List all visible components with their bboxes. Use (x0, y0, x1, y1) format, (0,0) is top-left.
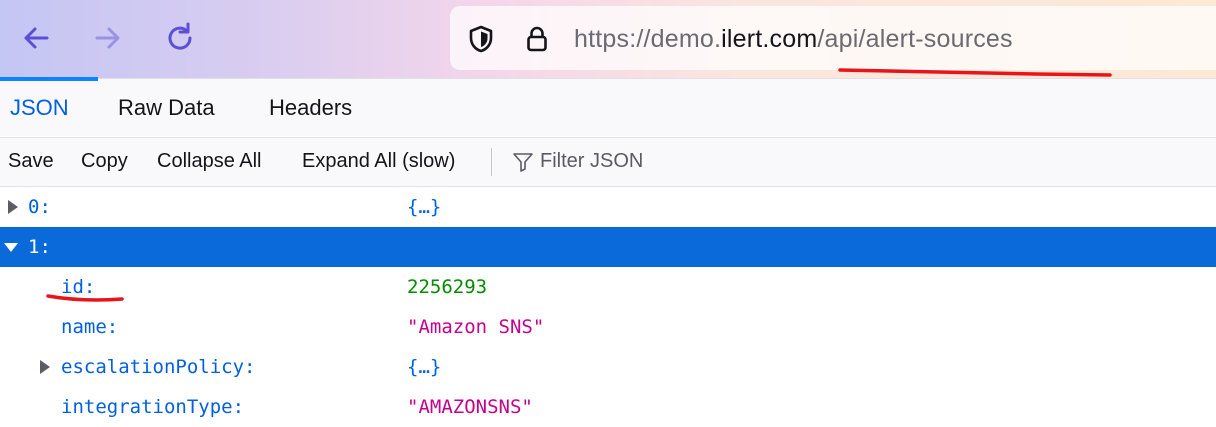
save-button[interactable]: Save (8, 150, 54, 173)
url-prefix: https://demo. (574, 25, 722, 53)
tab-raw-data[interactable]: Raw Data (118, 95, 215, 121)
json-row-1[interactable]: 1: (0, 227, 1216, 267)
url-underline-annotation (838, 68, 1112, 77)
json-value: "AMAZONSNS" (407, 396, 533, 418)
json-key: name: (61, 316, 119, 338)
json-key: 1: (28, 236, 51, 258)
shield-icon[interactable] (466, 24, 496, 59)
tab-json[interactable]: JSON (10, 95, 69, 121)
back-button[interactable] (16, 18, 56, 58)
forward-arrow-icon (95, 27, 120, 49)
reload-button[interactable] (160, 18, 200, 58)
json-row-name[interactable]: name: "Amazon SNS" (0, 307, 1216, 347)
url-text[interactable]: https://demo.ilert.com/api/alert-sources (574, 25, 1013, 54)
json-key: integrationType: (61, 396, 245, 418)
filter-json-input[interactable]: Filter JSON (540, 150, 643, 173)
collapse-arrow-icon[interactable] (3, 227, 19, 272)
address-bar[interactable]: https://demo.ilert.com/api/alert-sources (450, 6, 1216, 70)
expand-arrow-icon[interactable] (6, 187, 20, 232)
url-domain: ilert.com (721, 25, 818, 53)
json-value: 2256293 (407, 276, 488, 298)
collapse-all-button[interactable]: Collapse All (157, 150, 262, 173)
json-row-escalation-policy[interactable]: escalationPolicy: {…} (0, 347, 1216, 387)
reload-icon (168, 22, 192, 50)
json-value: {…} (407, 196, 442, 218)
json-tree: 0: {…} 1: id: 2256293 name: "Amazon SNS"… (0, 187, 1216, 427)
json-row-0[interactable]: 0: {…} (0, 187, 1216, 227)
json-row-integration-type[interactable]: integrationType: "AMAZONSNS" (0, 387, 1216, 427)
viewer-tabs: JSON Raw Data Headers (0, 77, 1216, 136)
active-tab-indicator (0, 77, 98, 81)
lock-icon[interactable] (522, 24, 552, 59)
forward-button[interactable] (88, 18, 128, 58)
tab-headers[interactable]: Headers (269, 95, 352, 121)
id-underline-annotation (46, 294, 124, 302)
json-key: 0: (28, 196, 51, 218)
back-arrow-icon (24, 27, 49, 49)
json-value: "Amazon SNS" (407, 316, 545, 338)
filter-icon (512, 151, 534, 178)
json-toolbar: Save Copy Collapse All Expand All (slow)… (0, 137, 1216, 187)
url-path: /api/alert-sources (817, 25, 1013, 53)
expand-arrow-icon[interactable] (38, 347, 52, 392)
expand-all-button[interactable]: Expand All (slow) (302, 150, 455, 173)
toolbar-divider (491, 148, 492, 176)
json-row-id[interactable]: id: 2256293 (0, 267, 1216, 307)
json-key: escalationPolicy: (61, 356, 256, 378)
json-value: {…} (407, 356, 442, 378)
copy-button[interactable]: Copy (81, 150, 128, 173)
